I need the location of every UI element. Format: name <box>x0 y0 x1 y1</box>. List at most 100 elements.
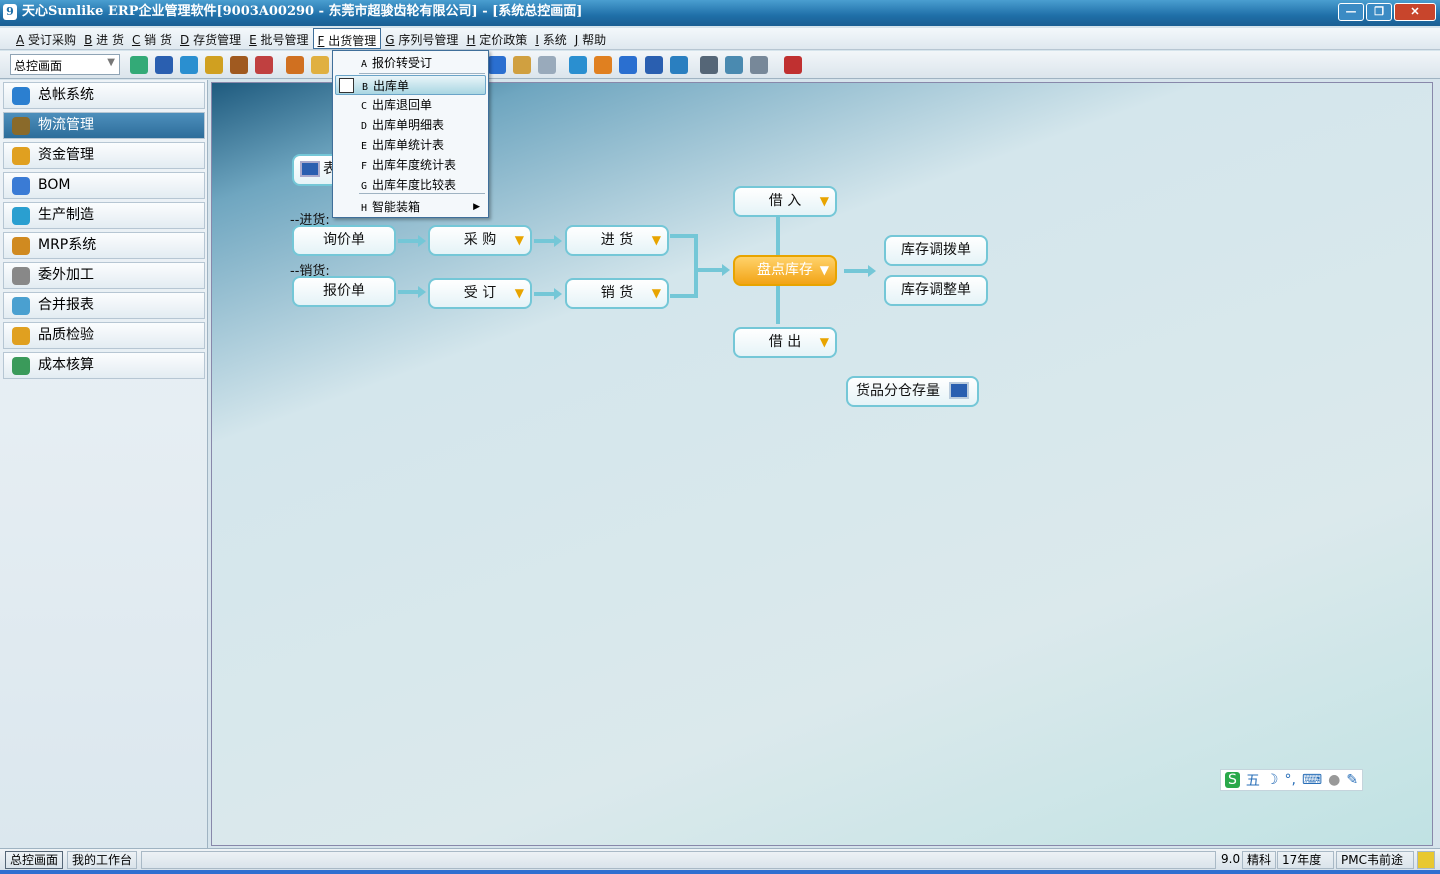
dropdown-item-d[interactable]: D 出库单明细表 <box>335 115 486 135</box>
borrow-in-button[interactable]: 借 入 ▼ <box>733 186 837 217</box>
dropdown-item-a[interactable]: A 报价转受订 <box>335 53 486 73</box>
sidebar-item-label: 委外加工 <box>38 267 94 283</box>
sidebar-item-3[interactable]: BOM <box>3 172 205 199</box>
menu-accel: G <box>385 33 395 47</box>
menu-accel: E <box>249 33 257 47</box>
sidebar-item-7[interactable]: 合并报表 <box>3 292 205 319</box>
adjust-button[interactable]: 库存调整单 <box>884 275 988 306</box>
mail-icon[interactable] <box>1417 851 1435 869</box>
sidebar-item-1[interactable]: 物流管理 <box>3 112 205 139</box>
sidebar-item-0[interactable]: 总帐系统 <box>3 82 205 109</box>
punct-icon: °, <box>1284 772 1296 788</box>
dropdown-item-c[interactable]: C 出库退回单 <box>335 95 486 115</box>
toolbar-button-icon[interactable] <box>619 56 637 74</box>
toolbar-button-icon[interactable] <box>205 56 223 74</box>
menu-c[interactable]: C 销 货 <box>128 28 176 49</box>
sidebar-item-9[interactable]: 成本核算 <box>3 352 205 379</box>
toolbar-button-icon[interactable] <box>700 56 718 74</box>
sell-button[interactable]: 销 货 ▼ <box>565 278 669 309</box>
toolbar-button-icon[interactable] <box>311 56 329 74</box>
screen-select[interactable]: 总控画面 ▼ <box>10 54 120 75</box>
order-button[interactable]: 受 订 ▼ <box>428 278 532 309</box>
menu-j[interactable]: J 帮助 <box>571 28 610 49</box>
tab-control-panel[interactable]: 总控画面 <box>5 851 64 869</box>
sidebar-item-label: 品质检验 <box>38 327 94 343</box>
sidebar-item-4[interactable]: 生产制造 <box>3 202 205 229</box>
ime-toolbar[interactable]: S 五 ☽ °, ⌨ ● ✎ <box>1220 769 1363 791</box>
dropdown-item-h[interactable]: H 智能装箱 ▶ <box>335 197 486 217</box>
menu-b[interactable]: B 进 货 <box>80 28 128 49</box>
sidebar-item-6[interactable]: 委外加工 <box>3 262 205 289</box>
toolbar-button-icon[interactable] <box>569 56 587 74</box>
receive-button[interactable]: 进 货 ▼ <box>565 225 669 256</box>
inquiry-button[interactable]: 询价单 <box>292 225 396 256</box>
dropdown-icon: ▼ <box>819 335 829 349</box>
dropdown-item-b[interactable]: B 出库单 <box>335 75 486 95</box>
transfer-button[interactable]: 库存调拨单 <box>884 235 988 266</box>
item-label: 出库单统计表 <box>372 138 445 152</box>
toolbar-button-icon[interactable] <box>488 56 506 74</box>
toolbar-button-icon[interactable] <box>130 56 148 74</box>
sidebar-item-5[interactable]: MRP系统 <box>3 232 205 259</box>
purchase-button[interactable]: 采 购 ▼ <box>428 225 532 256</box>
toolbar-button-icon[interactable] <box>645 56 663 74</box>
menu-e[interactable]: E 批号管理 <box>245 28 312 49</box>
toolbar-button-icon[interactable] <box>784 56 802 74</box>
toolbar-button-icon[interactable] <box>513 56 531 74</box>
status-message <box>141 851 1216 869</box>
menu-label: 定价政策 <box>479 33 528 47</box>
dropdown-item-e[interactable]: E 出库单统计表 <box>335 135 486 155</box>
sidebar-item-label: 资金管理 <box>38 147 94 163</box>
toolbar-button-icon[interactable] <box>538 56 556 74</box>
menu-label: 序列号管理 <box>398 33 459 47</box>
toolbar-button-icon[interactable] <box>750 56 768 74</box>
toolbar-button-icon[interactable] <box>286 56 304 74</box>
menu-label: 受订采购 <box>28 33 77 47</box>
toolbar-button-icon[interactable] <box>230 56 248 74</box>
accel-key: F <box>361 161 368 172</box>
toolbar-button-icon[interactable] <box>180 56 198 74</box>
monitor-icon <box>949 382 969 399</box>
menu-a[interactable]: A 受订采购 <box>12 28 80 49</box>
stocktake-button[interactable]: 盘点库存 ▼ <box>733 255 837 286</box>
tab-workbench[interactable]: 我的工作台 <box>67 851 138 869</box>
menu-f[interactable]: F 出货管理 <box>312 28 382 49</box>
moon-icon: ☽ <box>1265 772 1279 788</box>
edition: 精科 <box>1242 851 1277 869</box>
dropdown-icon: ▼ <box>819 263 829 277</box>
user-icon: ● <box>1328 772 1341 788</box>
dropdown-icon: ▼ <box>651 233 661 247</box>
menu-h[interactable]: H 定价政策 <box>462 28 531 49</box>
accel-key: H <box>361 203 368 214</box>
restore-button[interactable]: ❐ <box>1366 3 1392 21</box>
fiscal-year: 17年度 <box>1277 851 1334 869</box>
sidebar-item-label: MRP系统 <box>38 237 97 253</box>
minimize-button[interactable]: — <box>1338 3 1364 21</box>
dropdown-item-f[interactable]: F 出库年度统计表 <box>335 155 486 175</box>
connector <box>694 234 698 298</box>
toolbar-button-icon[interactable] <box>594 56 612 74</box>
toolbar-button-icon[interactable] <box>670 56 688 74</box>
module-icon <box>12 87 30 105</box>
toolbar-button-icon[interactable] <box>155 56 173 74</box>
menu-accel: F <box>317 34 325 48</box>
menu-i[interactable]: I 系统 <box>531 28 570 49</box>
menu-d[interactable]: D 存货管理 <box>176 28 245 49</box>
quote-button[interactable]: 报价单 <box>292 276 396 307</box>
module-icon <box>12 327 30 345</box>
menu-accel: I <box>535 33 539 47</box>
close-button[interactable]: ✕ <box>1394 3 1436 21</box>
arrow <box>398 235 426 247</box>
dropdown-item-g[interactable]: G 出库年度比较表 <box>335 175 486 195</box>
borrow-out-button[interactable]: 借 出 ▼ <box>733 327 837 358</box>
sidebar-item-label: 总帐系统 <box>38 87 94 103</box>
sidebar-item-2[interactable]: 资金管理 <box>3 142 205 169</box>
sidebar-item-8[interactable]: 品质检验 <box>3 322 205 349</box>
warehouse-stock-button[interactable]: 货品分仓存量 <box>846 376 979 407</box>
menu-g[interactable]: G 序列号管理 <box>381 28 462 49</box>
arrow <box>534 288 562 300</box>
dropdown-icon: ▼ <box>651 286 661 300</box>
toolbar-button-icon[interactable] <box>255 56 273 74</box>
toolbar-button-icon[interactable] <box>725 56 743 74</box>
taskbar <box>0 870 1440 874</box>
